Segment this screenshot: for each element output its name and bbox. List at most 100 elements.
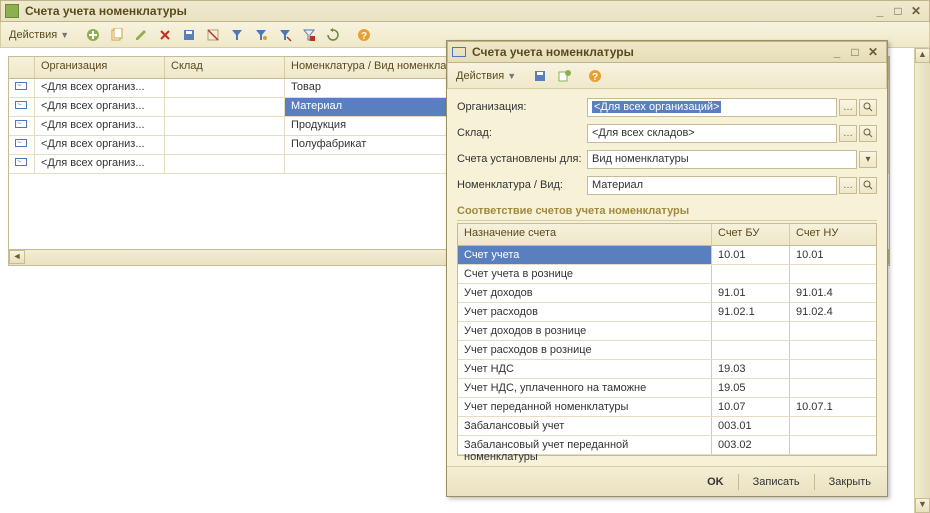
org-field[interactable]: <Для всех организаций>	[587, 98, 837, 117]
map-cell-name: Счет учета	[458, 246, 712, 264]
app-icon	[5, 4, 19, 18]
map-cell-nu	[790, 436, 868, 454]
map-row[interactable]: Учет переданной номенклатуры10.0710.07.1	[458, 398, 876, 417]
close-button[interactable]: ✕	[907, 4, 925, 18]
dialog-footer: OK Записать Закрыть	[447, 466, 887, 496]
map-cell-name: Счет учета в рознице	[458, 265, 712, 283]
map-cell-bu: 91.02.1	[712, 303, 790, 321]
map-cell-bu: 003.01	[712, 417, 790, 435]
dialog-titlebar: Счета учета номенклатуры _ □ ✕	[447, 41, 887, 63]
dialog-tbtn-1[interactable]	[529, 66, 551, 86]
map-row[interactable]: Учет НДС, уплаченного на таможне19.05	[458, 379, 876, 398]
cell-sklad	[165, 155, 285, 173]
sklad-search-button[interactable]	[859, 125, 877, 142]
map-row[interactable]: Счет учета10.0110.01	[458, 246, 876, 265]
sklad-field[interactable]: <Для всех складов>	[587, 124, 837, 143]
cell-sklad	[165, 98, 285, 116]
nom-label: Номенклатура / Вид:	[457, 179, 587, 191]
map-cell-nu: 91.01.4	[790, 284, 868, 302]
dialog-help-button[interactable]: ?	[584, 66, 606, 86]
map-row[interactable]: Учет доходов91.0191.01.4	[458, 284, 876, 303]
scroll-left-button[interactable]: ◄	[9, 250, 25, 264]
cell-org: <Для всех организ...	[35, 136, 165, 154]
nom-field[interactable]: Материал	[587, 176, 837, 195]
save-button[interactable]	[178, 25, 200, 45]
filter-clear-button[interactable]	[298, 25, 320, 45]
edit-button[interactable]	[130, 25, 152, 45]
delete-button[interactable]	[154, 25, 176, 45]
dialog-tbtn-2[interactable]	[553, 66, 575, 86]
map-row[interactable]: Забалансовый учет003.01	[458, 417, 876, 436]
map-cell-nu	[790, 341, 868, 359]
map-col-bu[interactable]: Счет БУ	[712, 224, 790, 245]
add-button[interactable]	[82, 25, 104, 45]
copy-button[interactable]	[106, 25, 128, 45]
target-field[interactable]: Вид номенклатуры	[587, 150, 857, 169]
cell-sklad	[165, 117, 285, 135]
cell-org: <Для всех организ...	[35, 98, 165, 116]
row-icon	[15, 101, 27, 109]
dialog-actions-label: Действия	[456, 70, 504, 82]
map-cell-nu: 10.07.1	[790, 398, 868, 416]
org-search-button[interactable]	[859, 99, 877, 116]
map-col-nu[interactable]: Счет НУ	[790, 224, 868, 245]
filter2-button[interactable]	[250, 25, 272, 45]
dialog-icon	[452, 47, 466, 57]
col-org[interactable]: Организация	[35, 57, 165, 78]
minimize-button[interactable]: _	[871, 4, 889, 18]
main-titlebar: Счета учета номенклатуры _ □ ✕	[0, 0, 930, 22]
maximize-button[interactable]: □	[889, 4, 907, 18]
cell-sklad	[165, 79, 285, 97]
map-cell-nu	[790, 322, 868, 340]
map-cell-name: Учет НДС	[458, 360, 712, 378]
sklad-select-button[interactable]: …	[839, 125, 857, 142]
map-cell-name: Учет доходов	[458, 284, 712, 302]
toggle-button[interactable]	[202, 25, 224, 45]
sklad-label: Склад:	[457, 127, 587, 139]
dialog-title: Счета учета номенклатуры	[472, 45, 828, 59]
main-v-scrollbar[interactable]: ▲ ▼	[914, 48, 930, 513]
cell-org: <Для всех организ...	[35, 155, 165, 173]
map-cell-bu: 91.01	[712, 284, 790, 302]
map-cell-nu	[790, 379, 868, 397]
org-select-button[interactable]: …	[839, 99, 857, 116]
filter1-button[interactable]	[226, 25, 248, 45]
map-row[interactable]: Учет НДС19.03	[458, 360, 876, 379]
filter3-button[interactable]	[274, 25, 296, 45]
svg-text:?: ?	[592, 72, 598, 83]
map-col-name[interactable]: Назначение счета	[458, 224, 712, 245]
actions-menu[interactable]: Действия ▼	[5, 27, 73, 43]
ok-button[interactable]: OK	[697, 474, 734, 490]
target-dropdown-button[interactable]: ▾	[859, 151, 877, 168]
actions-label: Действия	[9, 29, 57, 41]
svg-text:?: ?	[361, 31, 367, 42]
map-cell-bu: 003.02	[712, 436, 790, 454]
save-button[interactable]: Записать	[743, 474, 810, 490]
dialog-maximize-button[interactable]: □	[846, 45, 864, 59]
mapping-section-header: Соответствие счетов учета номенклатуры	[457, 199, 877, 221]
dialog-minimize-button[interactable]: _	[828, 45, 846, 59]
map-row[interactable]: Счет учета в рознице	[458, 265, 876, 284]
map-row[interactable]: Учет расходов91.02.191.02.4	[458, 303, 876, 322]
dialog-actions-menu[interactable]: Действия ▼	[452, 68, 520, 84]
refresh-button[interactable]	[322, 25, 344, 45]
map-cell-name: Учет расходов в рознице	[458, 341, 712, 359]
scroll-up-button[interactable]: ▲	[915, 48, 930, 63]
dialog-close-button[interactable]: ✕	[864, 45, 882, 59]
help-button[interactable]: ?	[353, 25, 375, 45]
map-row[interactable]: Учет доходов в рознице	[458, 322, 876, 341]
map-row[interactable]: Учет расходов в рознице	[458, 341, 876, 360]
col-sklad[interactable]: Склад	[165, 57, 285, 78]
nom-select-button[interactable]: …	[839, 177, 857, 194]
row-icon	[15, 82, 27, 90]
row-icon	[15, 158, 27, 166]
map-cell-nu	[790, 417, 868, 435]
map-cell-nu: 10.01	[790, 246, 868, 264]
nom-search-button[interactable]	[859, 177, 877, 194]
cell-org: <Для всех организ...	[35, 79, 165, 97]
scroll-down-button[interactable]: ▼	[915, 498, 930, 513]
map-cell-name: Учет НДС, уплаченного на таможне	[458, 379, 712, 397]
map-cell-name: Учет доходов в рознице	[458, 322, 712, 340]
map-row[interactable]: Забалансовый учет переданной номенклатур…	[458, 436, 876, 455]
close-button[interactable]: Закрыть	[819, 474, 881, 490]
